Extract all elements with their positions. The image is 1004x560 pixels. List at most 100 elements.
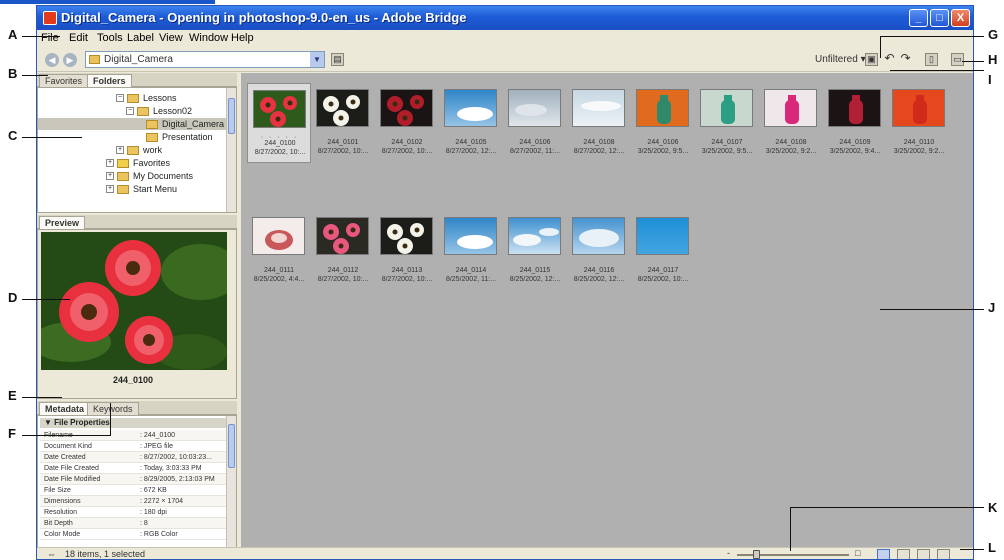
tree-item-start-menu[interactable]: + Start Menu bbox=[106, 183, 226, 195]
left-panel: Favorites Folders − Lessons − Lesson02 D… bbox=[37, 73, 237, 548]
thumbnail-image[interactable] bbox=[380, 217, 433, 255]
close-button[interactable]: X bbox=[951, 9, 970, 27]
top-accent-bar bbox=[0, 0, 215, 4]
thumbnail-item[interactable]: · · · · · 244_0100 8/27/2002, 10:... bbox=[247, 83, 311, 163]
thumbnail-filename: 244_0109 bbox=[839, 139, 871, 146]
expander-icon[interactable]: + bbox=[106, 185, 114, 193]
thumbnail-image[interactable] bbox=[253, 90, 306, 128]
thumbnail-item[interactable]: 244_0116 8/25/2002, 12:... bbox=[567, 211, 631, 291]
callout-c: C bbox=[8, 128, 18, 143]
thumbnail-image[interactable] bbox=[700, 89, 753, 127]
versions-view-button[interactable] bbox=[937, 549, 950, 559]
expander-icon[interactable]: − bbox=[126, 107, 134, 115]
tree-item-digital-camera[interactable]: Digital_Camera bbox=[38, 118, 226, 130]
scroll-thumb[interactable] bbox=[228, 424, 235, 468]
path-dropdown[interactable]: Digital_Camera ▼ bbox=[85, 51, 325, 68]
scroll-thumb[interactable] bbox=[228, 98, 235, 134]
thumbnail-item[interactable]: 244_0108 3/25/2002, 9:2... bbox=[759, 83, 823, 163]
thumbnails-view-button[interactable] bbox=[877, 549, 890, 559]
thumbnail-image[interactable] bbox=[444, 89, 497, 127]
rotate-left-icon[interactable]: ↶ bbox=[883, 52, 896, 66]
thumbnail-image[interactable] bbox=[572, 89, 625, 127]
thumbnail-item[interactable]: 244_0114 8/25/2002, 11:... bbox=[439, 211, 503, 291]
tree-label: My Documents bbox=[133, 171, 194, 181]
thumbnail-image[interactable] bbox=[444, 217, 497, 255]
thumbnail-item[interactable]: 244_0115 8/25/2002, 12:... bbox=[503, 211, 567, 291]
thumbnail-image[interactable] bbox=[636, 89, 689, 127]
trash-icon[interactable]: ▯ bbox=[925, 53, 938, 66]
tree-item-my-documents[interactable]: + My Documents bbox=[106, 170, 226, 182]
expander-icon[interactable]: − bbox=[116, 94, 124, 102]
menu-label[interactable]: Label bbox=[127, 32, 154, 44]
panel-toggle-icon[interactable]: ⇔ bbox=[47, 549, 56, 559]
thumbnail-item[interactable]: 244_0110 3/25/2002, 9:2... bbox=[887, 83, 951, 163]
thumbnail-item[interactable]: 244_0105 8/27/2002, 12:... bbox=[439, 83, 503, 163]
metadata-value: : 180 dpi bbox=[140, 509, 167, 516]
thumbnail-image[interactable] bbox=[764, 89, 817, 127]
zoom-in-icon[interactable]: □ bbox=[855, 548, 860, 558]
details-view-button[interactable] bbox=[917, 549, 930, 559]
menu-edit[interactable]: Edit bbox=[69, 32, 88, 44]
compact-mode-icon[interactable]: ▭ bbox=[951, 53, 964, 66]
folder-scrollbar[interactable] bbox=[226, 88, 236, 212]
go-up-folder-icon[interactable]: ▤ bbox=[331, 53, 344, 66]
filter-menu[interactable]: Unfiltered ▾ bbox=[815, 54, 866, 65]
expander-icon[interactable]: + bbox=[106, 159, 114, 167]
thumbnail-image[interactable] bbox=[892, 89, 945, 127]
thumbnail-image[interactable] bbox=[316, 217, 369, 255]
expander-icon[interactable]: + bbox=[106, 172, 114, 180]
thumbnail-item[interactable]: 244_0112 8/27/2002, 10:... bbox=[311, 211, 375, 291]
forward-arrow-icon[interactable]: ▶ bbox=[63, 53, 77, 67]
thumbnail-image[interactable] bbox=[508, 217, 561, 255]
tab-folders[interactable]: Folders bbox=[87, 74, 132, 87]
thumbnail-item[interactable]: 244_0117 8/25/2002, 10:... bbox=[631, 211, 695, 291]
thumbnail-image[interactable] bbox=[636, 217, 689, 255]
rotate-right-icon[interactable]: ↷ bbox=[899, 52, 912, 66]
thumbnail-item[interactable]: 244_0108 8/27/2002, 12:... bbox=[567, 83, 631, 163]
expander-icon[interactable]: + bbox=[116, 146, 124, 154]
new-folder-icon[interactable]: ▣ bbox=[865, 53, 878, 66]
maximize-button[interactable]: □ bbox=[930, 9, 949, 27]
minimize-button[interactable]: _ bbox=[909, 9, 928, 27]
menu-view[interactable]: View bbox=[159, 32, 183, 44]
tree-label: Lesson02 bbox=[153, 106, 193, 116]
tree-item-lesson02[interactable]: − Lesson02 bbox=[126, 105, 226, 117]
thumbnail-item[interactable]: 244_0106 3/25/2002, 9:5... bbox=[631, 83, 695, 163]
menu-file[interactable]: File bbox=[41, 32, 59, 44]
zoom-out-icon[interactable]: - bbox=[727, 548, 730, 558]
menu-tools[interactable]: Tools bbox=[97, 32, 123, 44]
tree-item-presentation[interactable]: Presentation bbox=[135, 131, 226, 143]
back-arrow-icon[interactable]: ◀ bbox=[45, 53, 59, 67]
menu-window[interactable]: Window bbox=[189, 32, 228, 44]
metadata-value: : 2272 × 1704 bbox=[140, 498, 184, 505]
metadata-key: Date Created bbox=[44, 454, 86, 461]
tree-item-lessons[interactable]: − Lessons bbox=[116, 92, 226, 104]
thumbnail-image[interactable] bbox=[828, 89, 881, 127]
tab-preview[interactable]: Preview bbox=[39, 216, 86, 229]
metadata-value: : RGB Color bbox=[140, 531, 178, 538]
thumbnail-item[interactable]: 244_0113 8/27/2002, 10:... bbox=[375, 211, 439, 291]
chevron-down-icon[interactable]: ▼ bbox=[310, 52, 324, 67]
thumbnail-image[interactable] bbox=[252, 217, 305, 255]
thumbnail-image[interactable] bbox=[316, 89, 369, 127]
metadata-row: Color Mode: RGB Color bbox=[40, 529, 226, 540]
metadata-scrollbar[interactable] bbox=[226, 416, 236, 547]
tree-item-work[interactable]: + work bbox=[116, 144, 226, 156]
slider-knob[interactable] bbox=[753, 550, 760, 559]
thumbnail-image[interactable] bbox=[380, 89, 433, 127]
thumbnail-item[interactable]: 244_0109 3/25/2002, 9:4... bbox=[823, 83, 887, 163]
file-properties-header[interactable]: ▼ File Properties bbox=[40, 418, 226, 428]
thumbnail-item[interactable]: 244_0111 8/25/2002, 4:4... bbox=[247, 211, 311, 291]
tab-metadata[interactable]: Metadata bbox=[39, 402, 91, 415]
tree-label: Favorites bbox=[133, 158, 171, 168]
thumbnail-item[interactable]: 244_0107 3/25/2002, 9:5... bbox=[695, 83, 759, 163]
filmstrip-view-button[interactable] bbox=[897, 549, 910, 559]
thumbnail-item[interactable]: 244_0101 8/27/2002, 10:... bbox=[311, 83, 375, 163]
tab-keywords[interactable]: Keywords bbox=[87, 402, 139, 415]
thumbnail-image[interactable] bbox=[572, 217, 625, 255]
tree-item-favorites[interactable]: + Favorites bbox=[106, 157, 226, 169]
thumbnail-item[interactable]: 244_0106 8/27/2002, 11:... bbox=[503, 83, 567, 163]
thumbnail-item[interactable]: 244_0102 8/27/2002, 10:... bbox=[375, 83, 439, 163]
thumbnail-image[interactable] bbox=[508, 89, 561, 127]
menu-help[interactable]: Help bbox=[231, 32, 254, 44]
